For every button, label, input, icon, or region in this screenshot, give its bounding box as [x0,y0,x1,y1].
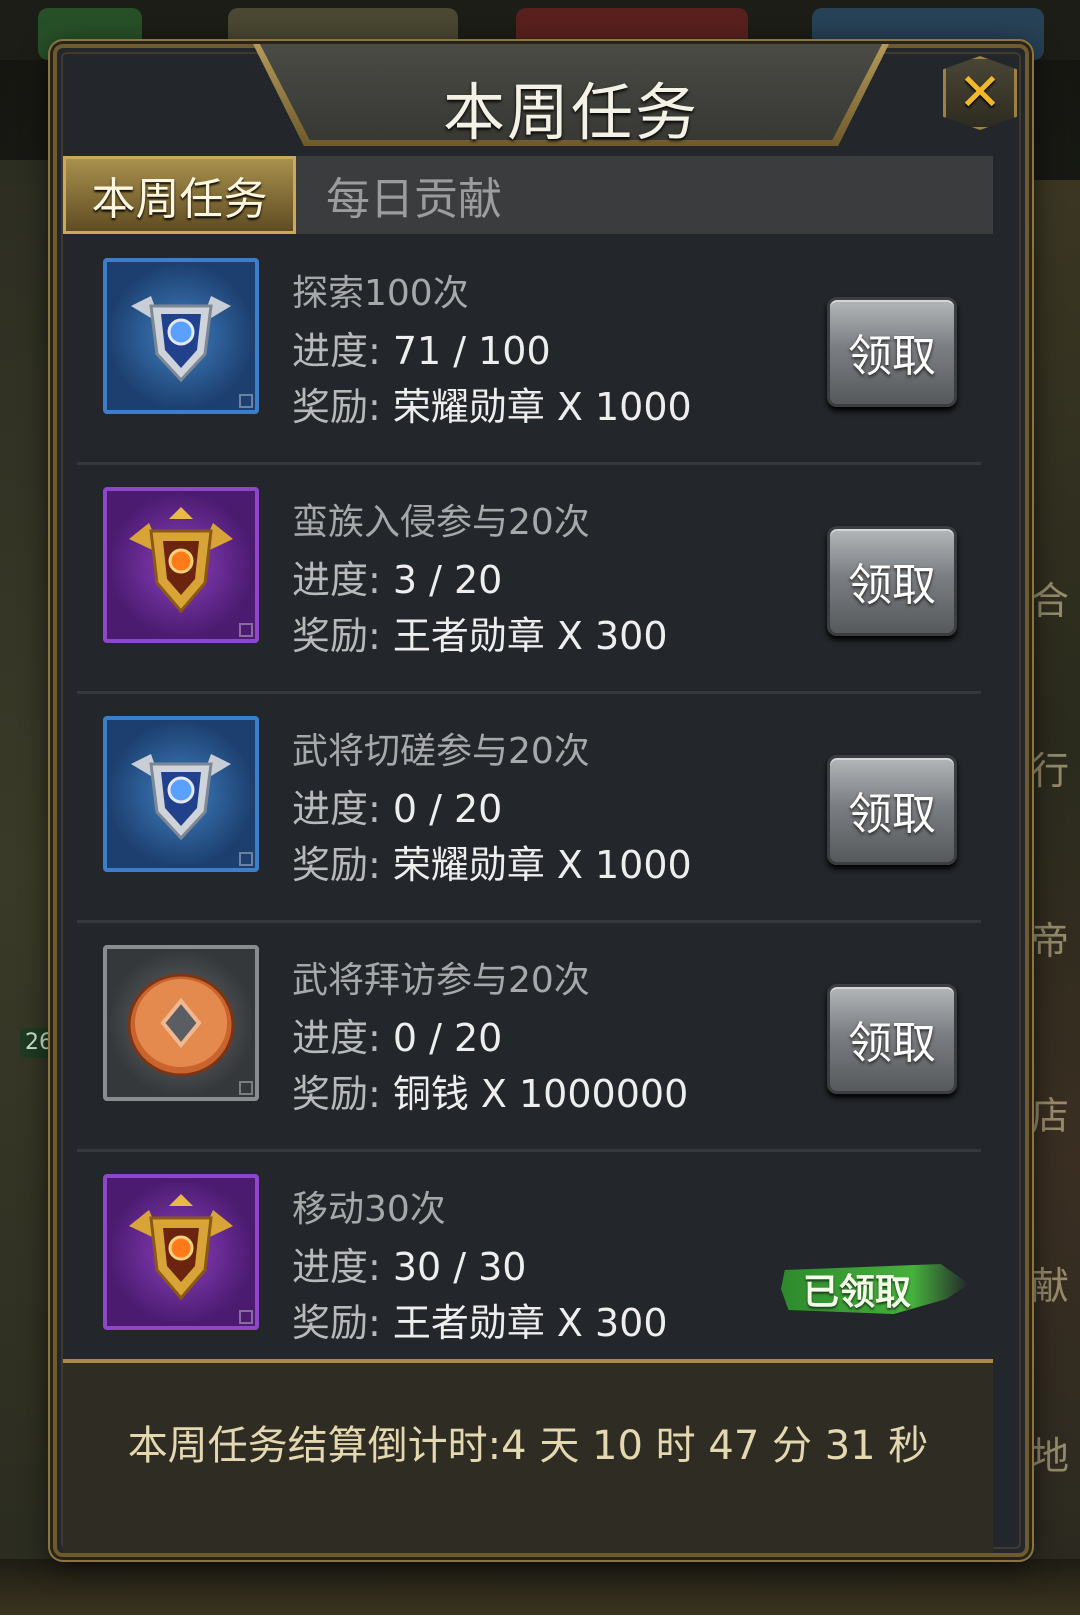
background-side-glyph: 店 [1030,1094,1069,1138]
king-medal-icon [103,1174,259,1330]
reward-label: 奖励: [292,843,381,887]
task-reward: 奖励: 王者勋章 X 300 [292,605,668,661]
progress-value: 30 / 30 [392,1245,527,1289]
task-progress: 进度: 0 / 20 [292,1007,688,1063]
task-info: 探索100次 进度: 71 / 100 奖励: 荣耀勋章 X 1000 [292,264,692,432]
task-info: 武将拜访参与20次 进度: 0 / 20 奖励: 铜钱 X 1000000 [292,951,688,1119]
task-name: 移动30次 [292,1189,446,1230]
copper-coin-icon [103,945,259,1101]
claim-button[interactable]: 领取 [827,526,957,636]
reward-label: 奖励: [292,1072,381,1116]
task-row: 移动30次 进度: 30 / 30 奖励: 王者勋章 X 300 已领取 [77,1152,981,1381]
task-progress: 进度: 0 / 20 [292,778,692,834]
task-list: 探索100次 进度: 71 / 100 奖励: 荣耀勋章 X 1000 领取 蛮… [77,236,981,1381]
progress-value: 3 / 20 [392,558,503,602]
task-progress: 进度: 71 / 100 [292,320,692,376]
task-row: 探索100次 进度: 71 / 100 奖励: 荣耀勋章 X 1000 领取 [77,236,981,465]
progress-label: 进度: [292,329,381,373]
task-info: 武将切磋参与20次 进度: 0 / 20 奖励: 荣耀勋章 X 1000 [292,722,692,890]
reward-value: 荣耀勋章 X 1000 [392,385,692,429]
reward-value: 铜钱 X 1000000 [392,1072,689,1116]
tab-daily-contribution[interactable]: 每日贡献 [296,156,532,234]
progress-value: 0 / 20 [392,787,503,831]
background-side-glyph: 帝 [1030,919,1069,963]
task-row: 蛮族入侵参与20次 进度: 3 / 20 奖励: 王者勋章 X 300 领取 [77,465,981,694]
weekly-countdown: 本周任务结算倒计时:4 天 10 时 47 分 31 秒 [127,1423,929,1469]
glory-medal-icon [103,716,259,872]
tab-weekly-tasks[interactable]: 本周任务 [63,156,296,234]
task-row: 武将拜访参与20次 进度: 0 / 20 奖励: 铜钱 X 1000000 领取 [77,923,981,1152]
tab-bar: 本周任务 每日贡献 [63,156,993,234]
reward-value: 王者勋章 X 300 [392,1301,668,1345]
dialog-title: 本周任务 [442,76,699,149]
task-name: 武将拜访参与20次 [292,960,590,1001]
background-side-glyph: 行 [1030,749,1069,793]
reward-value: 王者勋章 X 300 [392,614,668,658]
background-bottom-bar [0,1559,1080,1615]
task-row: 武将切磋参与20次 进度: 0 / 20 奖励: 荣耀勋章 X 1000 领取 [77,694,981,923]
task-reward: 奖励: 铜钱 X 1000000 [292,1063,688,1119]
reward-value: 荣耀勋章 X 1000 [392,843,692,887]
close-button[interactable]: ✕ [943,56,1017,130]
task-info: 移动30次 进度: 30 / 30 奖励: 王者勋章 X 300 [292,1180,668,1348]
reward-label: 奖励: [292,1301,381,1345]
background-side-glyph: 地 [1030,1434,1069,1478]
progress-label: 进度: [292,1245,381,1289]
task-name: 探索100次 [292,273,469,314]
glory-medal-icon [103,258,259,414]
progress-value: 0 / 20 [392,1016,503,1060]
progress-label: 进度: [292,787,381,831]
background-side-glyph: 合 [1030,579,1069,623]
king-medal-icon [103,487,259,643]
claim-button[interactable]: 领取 [827,297,957,407]
close-x-icon: ✕ [958,63,1002,123]
footer-panel: 本周任务结算倒计时:4 天 10 时 47 分 31 秒 [63,1359,993,1553]
reward-label: 奖励: [292,614,381,658]
progress-value: 71 / 100 [392,329,551,373]
task-info: 蛮族入侵参与20次 进度: 3 / 20 奖励: 王者勋章 X 300 [292,493,668,661]
weekly-tasks-dialog: 本周任务 ✕ 本周任务 每日贡献 探索100次 进度: 71 / 100 奖励:… [53,44,1029,1557]
claim-button[interactable]: 领取 [827,755,957,865]
background-map-left [0,160,60,1580]
claimed-stamp: 已领取 [781,1264,969,1314]
background-side-glyph: 献 [1030,1264,1069,1308]
task-progress: 进度: 30 / 30 [292,1236,668,1292]
task-reward: 奖励: 荣耀勋章 X 1000 [292,834,692,890]
task-reward: 奖励: 王者勋章 X 300 [292,1292,668,1348]
progress-label: 进度: [292,558,381,602]
background-map-right [1020,180,1080,1580]
claim-button[interactable]: 领取 [827,984,957,1094]
task-name: 蛮族入侵参与20次 [292,502,590,543]
task-reward: 奖励: 荣耀勋章 X 1000 [292,376,692,432]
task-progress: 进度: 3 / 20 [292,549,668,605]
progress-label: 进度: [292,1016,381,1060]
task-name: 武将切磋参与20次 [292,731,590,772]
reward-label: 奖励: [292,385,381,429]
